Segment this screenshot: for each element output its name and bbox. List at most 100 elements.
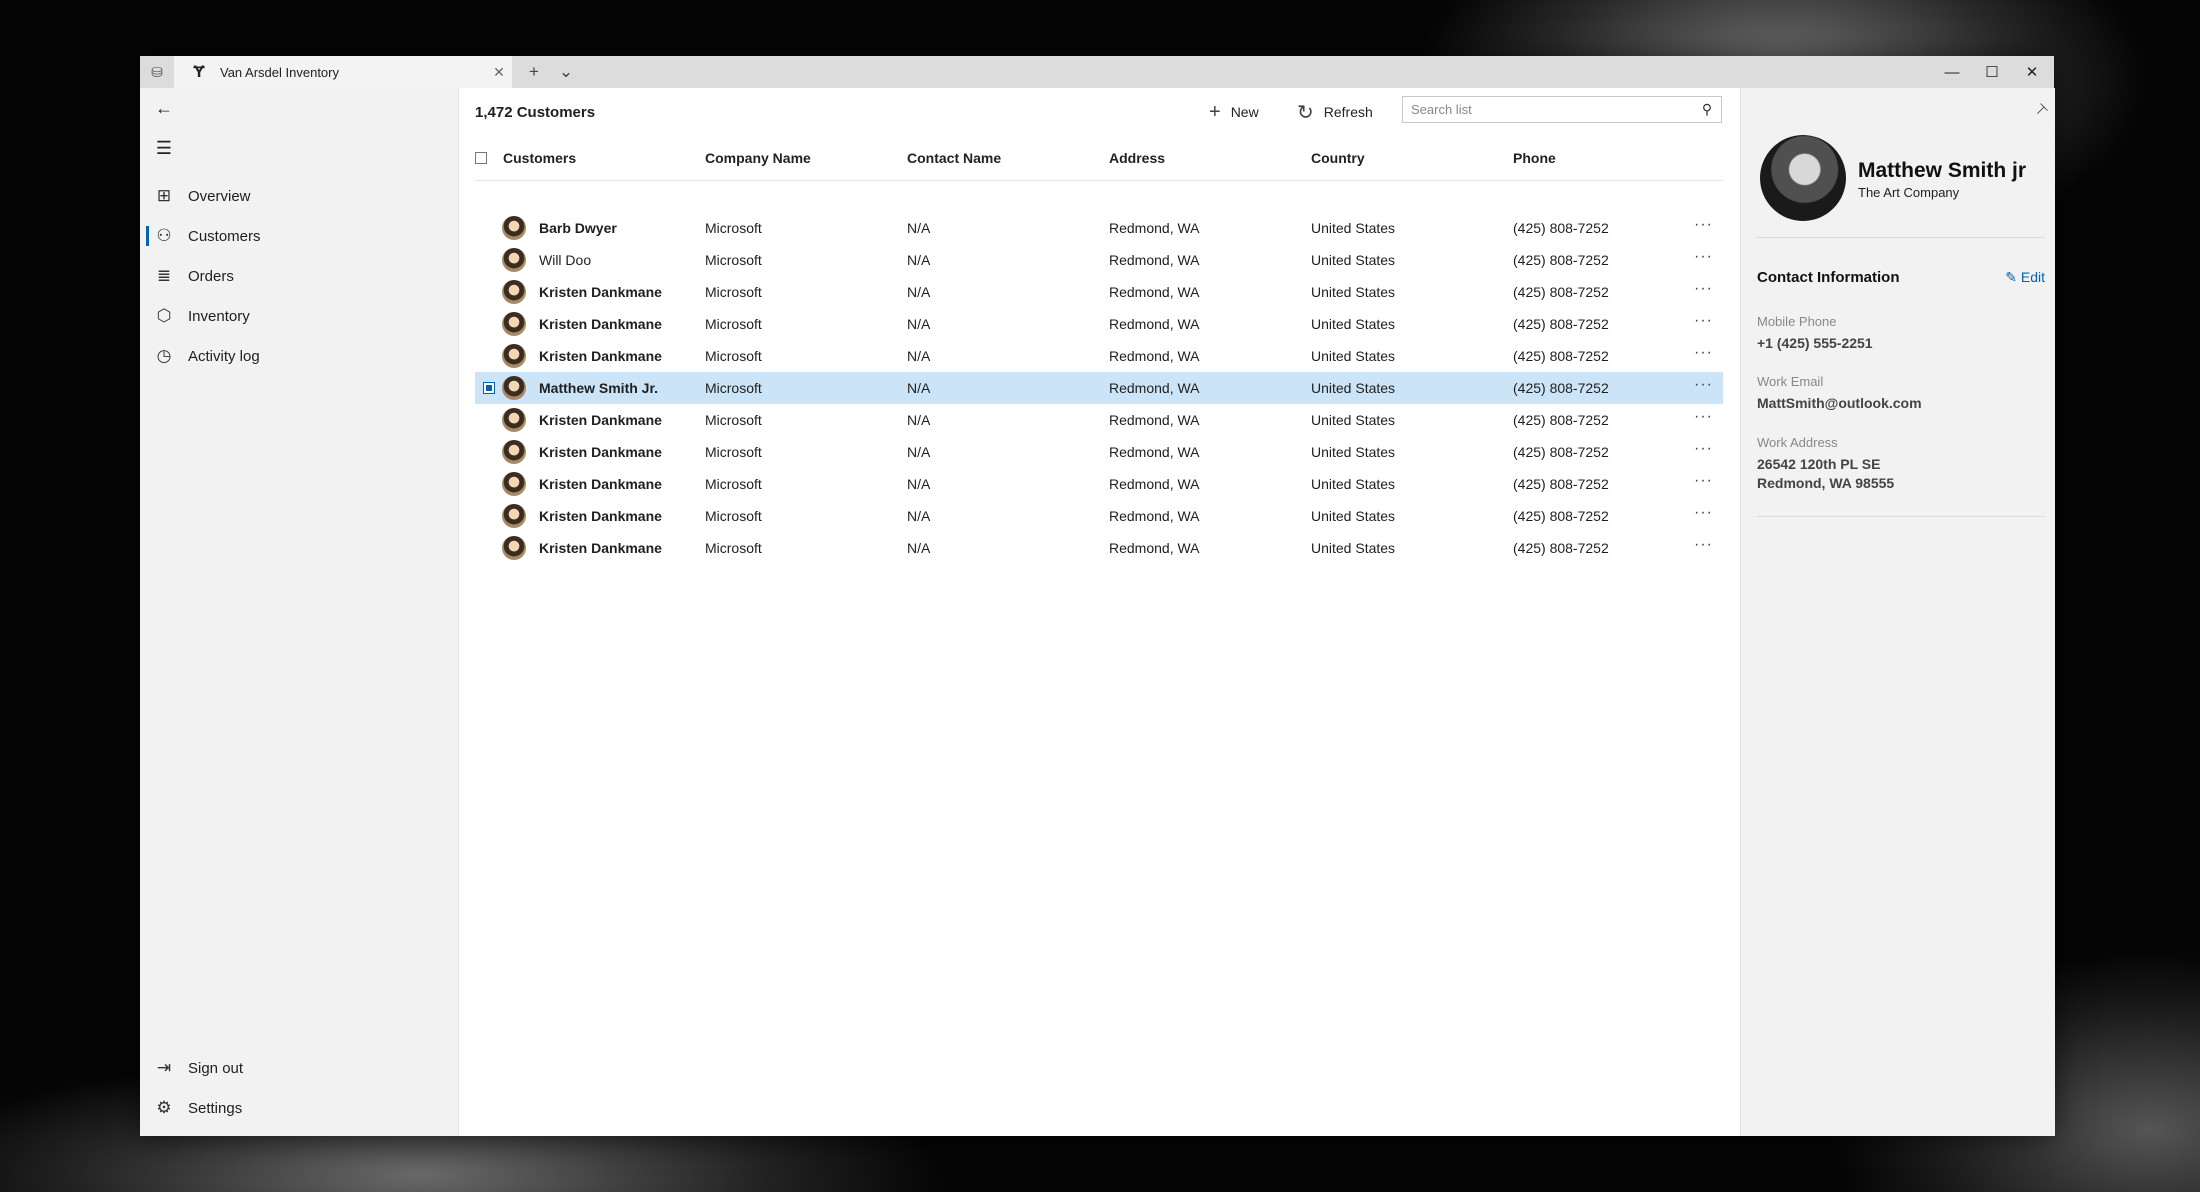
cell-address: Redmond, WA: [1109, 476, 1200, 492]
edit-button-label: Edit: [2020, 269, 2045, 285]
cell-contact: N/A: [907, 252, 931, 268]
cell-contact: N/A: [907, 220, 931, 236]
work-address-line1: 26542 120th PL SE: [1757, 456, 1881, 472]
avatar: [502, 248, 526, 272]
cell-country: United States: [1311, 252, 1396, 268]
work-email-value: MattSmith@outlook.com: [1757, 395, 1922, 411]
table-row[interactable]: Kristen Dankmane Microsoft N/A Redmond, WA U…: [475, 276, 1723, 308]
cell-country: United States: [1311, 284, 1396, 300]
nav-item-activity-log[interactable]: ◷ Activity log: [140, 336, 458, 376]
refresh-button-label: Refresh: [1323, 104, 1373, 120]
cell-address: Redmond, WA: [1109, 220, 1200, 236]
tab-close-icon[interactable]: ✕: [486, 64, 512, 81]
customer-avatar: [1760, 135, 1846, 221]
more-options-icon[interactable]: ···: [1694, 376, 1713, 394]
table-row[interactable]: Kristen Dankmane Microsoft N/A Redmond, WA U…: [475, 468, 1723, 500]
table-row[interactable]: Barb Dwyer Microsoft N/A Redmond, WA United …: [475, 212, 1723, 244]
cell-address: Redmond, WA: [1109, 316, 1200, 332]
maximize-button[interactable]: ☐: [1972, 56, 2012, 88]
nav-item-customers[interactable]: ⚇ Customers: [140, 216, 458, 256]
avatar: [502, 408, 526, 432]
nav-item-sign-out[interactable]: ⇥ Sign out: [140, 1048, 458, 1088]
table-row[interactable]: Kristen Dankmane Microsoft N/A Redmond, WA U…: [475, 500, 1723, 532]
column-header-company[interactable]: Company Name: [705, 150, 811, 166]
avatar: [502, 376, 526, 400]
more-options-icon[interactable]: ···: [1694, 216, 1713, 234]
more-options-icon[interactable]: ···: [1694, 440, 1713, 458]
more-options-icon[interactable]: ···: [1694, 344, 1713, 362]
pin-icon[interactable]: ⊣: [2031, 100, 2052, 121]
browser-tab[interactable]: Ɏ Van Arsdel Inventory ✕: [174, 56, 512, 88]
table-row[interactable]: Kristen Dankmane Microsoft N/A Redmond, WA U…: [475, 308, 1723, 340]
column-header-customers[interactable]: Customers: [503, 150, 576, 166]
nav-item-orders[interactable]: ≣ Orders: [140, 256, 458, 296]
nav-item-label: Sign out: [188, 1059, 244, 1077]
nav-item-overview[interactable]: ⊞ Overview: [140, 176, 458, 216]
plus-icon: +: [1209, 100, 1221, 123]
new-tab-button[interactable]: +: [518, 56, 550, 88]
box-icon: ⬡: [156, 306, 172, 325]
column-header-phone[interactable]: Phone: [1513, 150, 1556, 166]
nav-item-settings[interactable]: ⚙ Settings: [140, 1088, 458, 1128]
search-icon[interactable]: ⚲: [1693, 101, 1721, 118]
cell-customer-name: Kristen Dankmane: [539, 476, 662, 492]
nav-item-label: Settings: [188, 1099, 243, 1117]
customer-list-panel: 1,472 Customers + New ↻ Refresh ⚲ Custom…: [459, 88, 1734, 1136]
column-header-contact[interactable]: Contact Name: [907, 150, 1001, 166]
title-bar[interactable]: ⛁ Ɏ Van Arsdel Inventory ✕ + ⌄ — ☐ ✕: [140, 56, 2054, 88]
cell-phone: (425) 808-7252: [1513, 316, 1609, 332]
app-logo-icon: Ɏ: [193, 62, 205, 81]
divider: [1757, 237, 2045, 238]
select-all-checkbox[interactable]: [475, 152, 487, 164]
cell-country: United States: [1311, 412, 1396, 428]
cell-customer-name: Kristen Dankmane: [539, 540, 662, 556]
table-row[interactable]: Kristen Dankmane Microsoft N/A Redmond, WA U…: [475, 340, 1723, 372]
cell-company: Microsoft: [705, 380, 762, 396]
new-button-label: New: [1230, 104, 1259, 120]
tab-title: Van Arsdel Inventory: [220, 64, 339, 80]
column-header-address[interactable]: Address: [1109, 150, 1165, 166]
nav-item-inventory[interactable]: ⬡ Inventory: [140, 296, 458, 336]
refresh-icon: ↻: [1297, 101, 1314, 124]
more-options-icon[interactable]: ···: [1694, 312, 1713, 330]
hamburger-menu-icon[interactable]: ☰: [140, 128, 188, 168]
avatar: [502, 504, 526, 528]
more-options-icon[interactable]: ···: [1694, 408, 1713, 426]
work-address-line2: Redmond, WA 98555: [1757, 475, 1895, 491]
cell-address: Redmond, WA: [1109, 380, 1200, 396]
row-checkbox[interactable]: [483, 382, 495, 394]
back-arrow-icon[interactable]: ←: [140, 88, 188, 128]
cell-address: Redmond, WA: [1109, 444, 1200, 460]
table-row[interactable]: Kristen Dankmane Microsoft N/A Redmond, WA U…: [475, 404, 1723, 436]
list-icon: ≣: [156, 266, 172, 285]
cell-contact: N/A: [907, 348, 931, 364]
refresh-button[interactable]: ↻ Refresh: [1297, 96, 1373, 128]
close-button[interactable]: ✕: [2012, 56, 2052, 88]
table-row[interactable]: Kristen Dankmane Microsoft N/A Redmond, WA U…: [475, 532, 1723, 564]
avatar: [502, 536, 526, 560]
more-options-icon[interactable]: ···: [1694, 472, 1713, 490]
more-options-icon[interactable]: ···: [1694, 248, 1713, 266]
table-row[interactable]: Will Doo Microsoft N/A Redmond, WA United St…: [475, 244, 1723, 276]
table-row[interactable]: Kristen Dankmane Microsoft N/A Redmond, WA U…: [475, 436, 1723, 468]
cell-company: Microsoft: [705, 316, 762, 332]
cell-country: United States: [1311, 220, 1396, 236]
person-icon: ⚇: [156, 226, 172, 245]
nav-item-label: Customers: [188, 227, 261, 245]
more-options-icon[interactable]: ···: [1694, 280, 1713, 298]
cell-phone: (425) 808-7252: [1513, 252, 1609, 268]
cell-address: Redmond, WA: [1109, 284, 1200, 300]
cell-address: Redmond, WA: [1109, 412, 1200, 428]
tab-menu-button[interactable]: ⌄: [550, 56, 582, 88]
more-options-icon[interactable]: ···: [1694, 504, 1713, 522]
more-options-icon[interactable]: ···: [1694, 536, 1713, 554]
search-input[interactable]: [1403, 96, 1693, 123]
column-header-country[interactable]: Country: [1311, 150, 1365, 166]
minimize-button[interactable]: —: [1932, 56, 1972, 88]
table-row[interactable]: Matthew Smith Jr. Microsoft N/A Redmond, WA…: [475, 372, 1723, 404]
cell-country: United States: [1311, 476, 1396, 492]
edit-button[interactable]: ✎ Edit: [2005, 269, 2045, 286]
nav-item-label: Overview: [188, 187, 251, 205]
system-menu-icon[interactable]: ⛁: [140, 56, 174, 88]
new-button[interactable]: + New: [1209, 96, 1259, 128]
